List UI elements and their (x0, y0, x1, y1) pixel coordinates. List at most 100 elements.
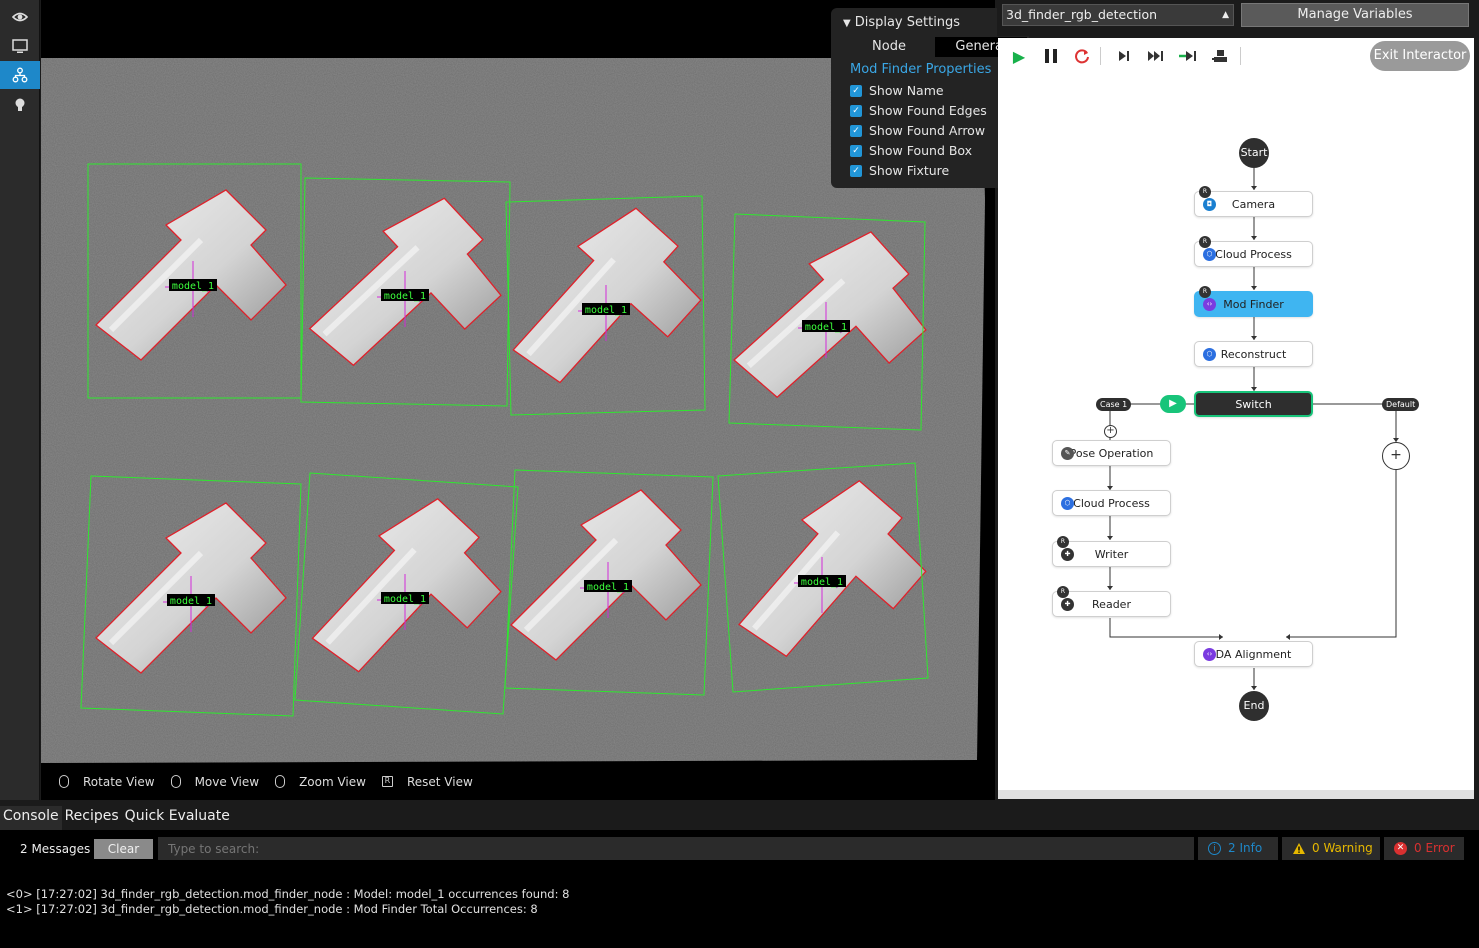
cube-icon: ⬡ (1061, 497, 1074, 510)
reset-view-hint[interactable]: R Reset View (381, 774, 473, 789)
checkbox-label: Show Found Box (869, 143, 973, 158)
r-badge: R (1199, 236, 1211, 248)
flow-connectors (1107, 168, 1399, 690)
info-count: 2 Info (1228, 841, 1263, 855)
clear-button[interactable]: Clear (94, 839, 153, 859)
mod-finder-node[interactable]: R ‹› Mod Finder (1194, 286, 1313, 317)
node-label: Switch (1235, 397, 1272, 411)
rotate-view-label: Rotate View (83, 774, 155, 789)
show-fixture-checkbox[interactable]: ✓ Show Fixture (850, 163, 949, 178)
found-name-label: model_1 (384, 594, 426, 605)
flow-horizontal-scrollbar[interactable] (998, 790, 1474, 799)
console-log: <0> [17:27:02] 3d_finder_rgb_detection.m… (0, 865, 1479, 948)
mouse-wheel-icon (275, 775, 286, 788)
r-badge: R (1057, 536, 1069, 548)
start-node[interactable]: Start (1239, 138, 1269, 168)
checkbox-label: Show Found Arrow (869, 123, 986, 138)
checkmark-icon: ✓ (850, 144, 862, 157)
case-1-label[interactable]: Case 1 (1096, 398, 1132, 411)
view-toolbar: Rotate View Move View Zoom View R Reset V… (41, 763, 995, 800)
r-key-icon: R (381, 776, 393, 787)
display-settings-title: Display Settings (854, 15, 961, 30)
play-icon[interactable]: ▶ (1160, 395, 1186, 413)
monitor-icon[interactable] (0, 32, 40, 60)
warning-icon (1292, 842, 1305, 855)
show-found-arrow-checkbox[interactable]: ✓ Show Found Arrow (850, 123, 985, 138)
camera-icon: ◘ (1203, 198, 1216, 211)
reconstruct-node[interactable]: ⬡ Reconstruct (1194, 341, 1313, 367)
writer-node[interactable]: R ✚ Writer (1052, 536, 1171, 567)
code-icon: ‹› (1203, 298, 1216, 311)
manage-variables-button[interactable]: Manage Variables (1241, 3, 1469, 27)
show-name-checkbox[interactable]: ✓ Show Name (850, 83, 944, 98)
left-icon-rail (0, 0, 40, 800)
message-count: 2 Messages (20, 842, 91, 856)
error-icon: ✕ (1394, 842, 1407, 855)
updown-arrow-icon: ▲ (1222, 10, 1229, 20)
tab-console[interactable]: Console (0, 806, 62, 830)
rotate-view-hint[interactable]: Rotate View (59, 775, 155, 789)
checkmark-icon: ✓ (850, 104, 862, 117)
pose-operation-node[interactable]: ✎ Pose Operation (1052, 440, 1171, 466)
log-line: <0> [17:27:02] 3d_finder_rgb_detection.m… (6, 887, 570, 901)
error-count: 0 Error (1414, 841, 1455, 855)
flow-select-value: 3d_finder_rgb_detection (1006, 7, 1158, 22)
warning-filter[interactable]: 0 Warning (1282, 837, 1380, 860)
flow-graph-icon[interactable] (0, 61, 40, 89)
da-alignment-node[interactable]: ‹› DA Alignment (1194, 641, 1313, 667)
puzzle-icon: ✚ (1061, 598, 1074, 611)
switch-node[interactable]: Switch (1194, 391, 1313, 417)
show-found-box-checkbox[interactable]: ✓ Show Found Box (850, 143, 972, 158)
mod-finder-properties-heading: Mod Finder Properties (850, 62, 992, 77)
code-icon: ‹› (1203, 648, 1216, 661)
r-badge: R (1199, 186, 1211, 198)
3d-viewport[interactable]: model_1 model_1 model_1 model_1 model_1 model… (41, 0, 1029, 800)
found-name-label: model_1 (801, 577, 843, 588)
show-found-edges-checkbox[interactable]: ✓ Show Found Edges (850, 103, 987, 118)
add-case-node-button[interactable]: + (1104, 425, 1117, 438)
default-label[interactable]: Default (1382, 398, 1420, 411)
info-filter[interactable]: i 2 Info (1198, 837, 1278, 860)
reader-node[interactable]: R ✚ Reader (1052, 586, 1171, 617)
end-node[interactable]: End (1239, 691, 1269, 721)
checkmark-icon: ✓ (850, 84, 862, 97)
tab-quick-evaluate[interactable]: Quick Evaluate (122, 806, 233, 830)
mouse-left-icon (59, 775, 69, 788)
console-toolbar: 2 Messages Clear i 2 Info 0 Warning ✕ 0 Er… (0, 830, 1479, 865)
eye-icon[interactable] (0, 3, 40, 31)
checkbox-label: Show Name (869, 83, 944, 98)
found-name-label: model_1 (585, 305, 627, 316)
checkmark-icon: ✓ (850, 124, 862, 137)
tab-node[interactable]: Node (843, 37, 935, 57)
found-name-label: model_1 (384, 291, 426, 302)
reset-view-label: Reset View (406, 774, 473, 789)
found-name-label: model_1 (587, 582, 629, 593)
zoom-view-hint[interactable]: Zoom View (275, 775, 366, 789)
app-window: model_1 model_1 model_1 model_1 model_1 model… (0, 0, 1479, 948)
wrench-icon: ✎ (1061, 447, 1074, 460)
mouse-right-icon (170, 775, 181, 788)
lightbulb-icon[interactable] (0, 91, 40, 119)
collapse-triangle-icon: ▼ (843, 18, 851, 29)
cloud-process-node[interactable]: R ⬡ Cloud Process (1194, 236, 1313, 267)
display-settings-header[interactable]: ▼ Display Settings (843, 15, 960, 30)
warning-count: 0 Warning (1312, 841, 1373, 855)
error-filter[interactable]: ✕ 0 Error (1384, 837, 1464, 860)
checkbox-label: Show Fixture (869, 163, 950, 178)
flow-editor[interactable]: ▶ Exit Interactor Start R ◘ Camera R ⬡ C… (998, 38, 1474, 798)
found-name-label: model_1 (170, 596, 212, 607)
checkmark-icon: ✓ (850, 164, 862, 177)
cloud-process-2-node[interactable]: ⬡ Cloud Process (1052, 490, 1171, 516)
puzzle-icon: ✚ (1061, 548, 1074, 561)
r-badge: R (1199, 286, 1211, 298)
flow-select-dropdown[interactable]: 3d_finder_rgb_detection ▲ (1002, 4, 1234, 26)
found-name-label: model_1 (805, 322, 847, 333)
move-view-hint[interactable]: Move View (170, 775, 259, 789)
log-line: <1> [17:27:02] 3d_finder_rgb_detection.m… (6, 902, 538, 916)
zoom-view-label: Zoom View (299, 774, 366, 789)
camera-node[interactable]: R ◘ Camera (1194, 186, 1313, 217)
add-default-node-button[interactable]: + (1382, 442, 1410, 470)
tab-recipes[interactable]: Recipes (62, 806, 122, 830)
console-search-input[interactable] (158, 837, 1194, 860)
found-name-label: model_1 (172, 281, 214, 292)
